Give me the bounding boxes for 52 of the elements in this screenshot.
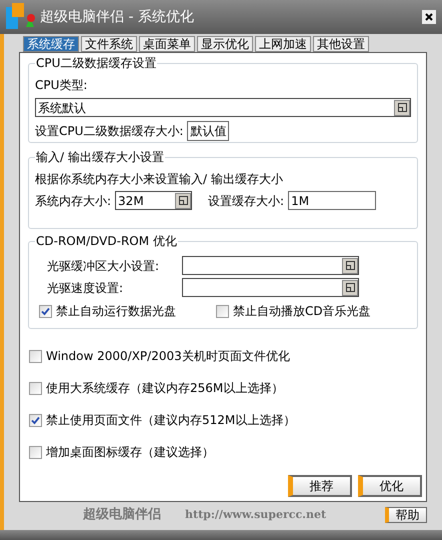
logo-icon — [6, 3, 36, 31]
group-title: CPU二级数据缓存设置 — [35, 56, 158, 70]
checkbox[interactable] — [29, 414, 42, 426]
field-label: 光驱缓冲区大小设置: — [47, 258, 160, 274]
check-icon — [31, 416, 40, 424]
group-title: CD-ROM/DVD-ROM 优化 — [35, 234, 178, 248]
action-button[interactable]: 优化 — [358, 475, 422, 497]
tab[interactable]: 显示优化 — [197, 36, 253, 52]
speed-dropdown[interactable] — [182, 278, 359, 297]
tab[interactable]: 桌面菜单 — [139, 36, 195, 52]
checkbox-label: Window 2000/XP/2003关机时页面文件优化 — [46, 348, 290, 365]
dropdown-button[interactable] — [342, 280, 358, 296]
checkbox[interactable] — [29, 350, 42, 362]
dropdown-icon — [398, 103, 406, 112]
checkbox[interactable] — [39, 304, 52, 318]
field-label: 系统内存大小: — [35, 192, 112, 210]
dropdown-button[interactable] — [342, 258, 358, 274]
group-title: 输入/ 输出缓存大小设置 — [35, 150, 165, 164]
checkbox[interactable] — [216, 304, 229, 318]
dropdown-button[interactable] — [175, 192, 192, 208]
dropdown-button[interactable] — [394, 100, 410, 116]
size-field[interactable]: 默认值 — [187, 121, 230, 141]
checkbox[interactable] — [29, 382, 42, 394]
field-label: CPU类型: — [35, 77, 88, 94]
field-label: 设置缓存大小: — [208, 192, 284, 210]
tab[interactable]: 文件系统 — [81, 36, 137, 52]
close-button[interactable] — [422, 10, 436, 24]
window-title: 超级电脑伴侣 - 系统优化 — [40, 8, 195, 26]
dropdown-icon — [346, 283, 354, 292]
hint-text: 根据你系统内存大小来设置输入/ 输出缓存大小 — [35, 171, 284, 188]
action-button[interactable]: 推荐 — [288, 475, 352, 497]
cpu-type-dropdown[interactable]: 系统默认 — [35, 98, 411, 117]
checkbox-label: 增加桌面图标缓存（建议选择） — [46, 444, 214, 461]
help-button[interactable]: 帮助 — [385, 507, 427, 523]
tab[interactable]: 系统缓存 — [23, 36, 79, 52]
dropdown-icon — [346, 261, 354, 270]
brand-text: 超级电脑伴侣 — [83, 506, 161, 524]
checkbox-label: 禁止使用页面文件（建议内存512M以上选择） — [46, 412, 296, 429]
checkbox-label: 禁止自动播放CD音乐光盘 — [233, 303, 371, 320]
checkbox[interactable] — [29, 446, 42, 458]
close-icon — [425, 13, 433, 21]
field-label: 设置CPU二级数据缓存大小: — [35, 123, 184, 140]
field-label: 光驱速度设置: — [47, 280, 124, 296]
checkbox-label: 禁止自动运行数据光盘 — [56, 303, 176, 320]
cache-field[interactable]: 1M — [288, 191, 376, 210]
tab[interactable]: 其他设置 — [313, 36, 369, 52]
dropdown-icon — [178, 196, 188, 205]
memory-dropdown[interactable]: 32M — [115, 191, 192, 210]
tab[interactable]: 上网加速 — [255, 36, 311, 52]
checkbox-label: 使用大系统缓存（建议内存256M以上选择） — [46, 380, 284, 397]
check-icon — [41, 306, 50, 316]
buffer-dropdown[interactable] — [182, 256, 359, 275]
